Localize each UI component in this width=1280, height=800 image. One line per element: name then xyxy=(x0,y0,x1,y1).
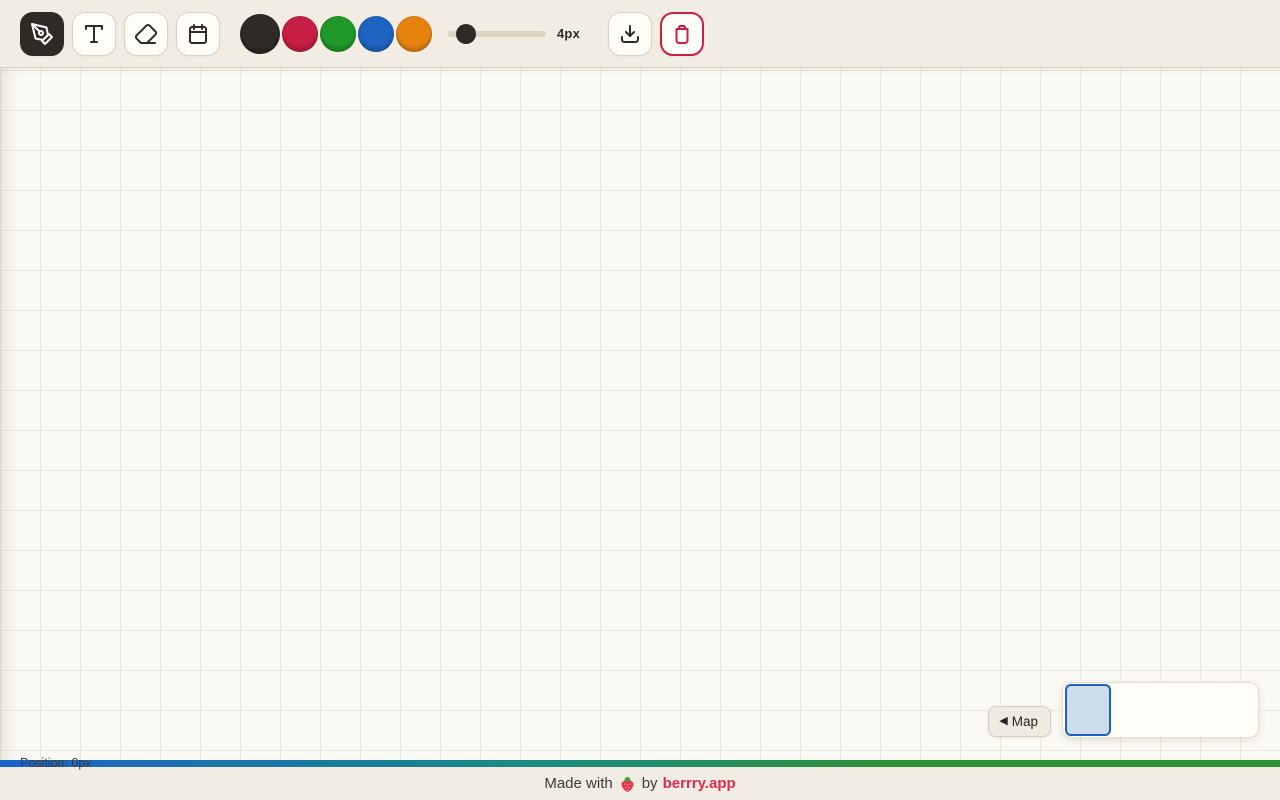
footer-by-text: by xyxy=(642,775,658,792)
position-label: Position: 0px xyxy=(20,757,92,771)
swatch-green[interactable] xyxy=(320,16,356,52)
footer: Made with by berrry.app xyxy=(0,767,1280,800)
canvas-extent-bar: Position: 0px xyxy=(0,760,1280,767)
stroke-width-slider[interactable] xyxy=(448,24,546,44)
text-icon xyxy=(82,22,106,46)
swatch-orange[interactable] xyxy=(396,16,432,52)
clear-canvas-button[interactable] xyxy=(660,12,704,56)
footer-made-with-text: Made with xyxy=(544,775,612,792)
strawberry-emoji xyxy=(619,776,636,793)
download-icon xyxy=(618,22,642,46)
color-swatches xyxy=(240,14,434,54)
collapse-left-icon: ◀ xyxy=(999,716,1007,727)
download-button[interactable] xyxy=(608,12,652,56)
swatch-crimson[interactable] xyxy=(282,16,318,52)
minimap-panel[interactable] xyxy=(1062,682,1259,738)
drawing-canvas[interactable]: ◀ Map xyxy=(0,68,1280,760)
trash-icon xyxy=(670,22,694,46)
frame-tool-button[interactable] xyxy=(176,12,220,56)
stroke-width-label: 4px xyxy=(557,26,580,41)
minimap-viewport[interactable] xyxy=(1065,684,1111,736)
berrry-app-link[interactable]: berrry.app xyxy=(663,775,736,792)
map-button-label: Map xyxy=(1012,714,1038,729)
calendar-icon xyxy=(186,22,210,46)
map-toggle-button[interactable]: ◀ Map xyxy=(988,706,1051,737)
pen-icon xyxy=(30,22,54,46)
text-tool-button[interactable] xyxy=(72,12,116,56)
swatch-black[interactable] xyxy=(240,14,280,54)
swatch-blue[interactable] xyxy=(358,16,394,52)
eraser-tool-button[interactable] xyxy=(124,12,168,56)
toolbar: 4px xyxy=(0,0,1280,68)
eraser-icon xyxy=(134,22,158,46)
slider-thumb[interactable] xyxy=(456,24,476,44)
pen-tool-button[interactable] xyxy=(20,12,64,56)
